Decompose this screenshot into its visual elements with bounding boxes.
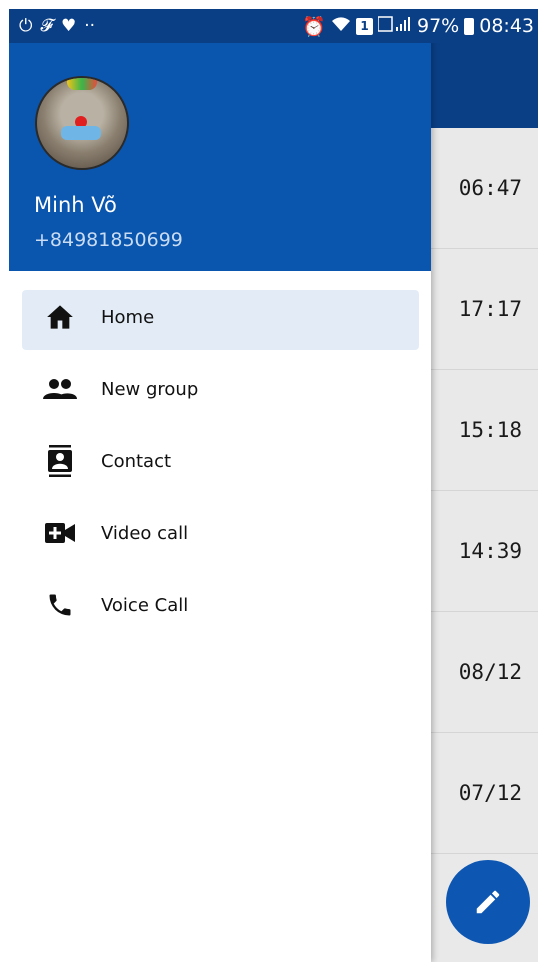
screen: ⏻ 𝓕 ♥ ·· ⏰ 1 97% 08:43 06:47 17:17 15:18… (9, 9, 538, 962)
power-icon: ⏻ (19, 16, 33, 36)
contact-icon (43, 444, 77, 478)
alarm-icon: ⏰ (302, 15, 326, 38)
menu-item-contact[interactable]: Contact (9, 425, 431, 497)
battery-percent: 97% (417, 15, 460, 37)
menu-item-home[interactable]: Home (9, 281, 431, 353)
menu-item-voice-call[interactable]: Voice Call (9, 569, 431, 641)
avatar[interactable] (35, 76, 129, 170)
signal-icon (377, 15, 412, 37)
menu-item-video-call[interactable]: Video call (9, 497, 431, 569)
chat-time: 14:39 (458, 539, 522, 563)
video-call-icon (43, 516, 77, 550)
drawer-menu: Home New group Contact Video call Voice … (9, 281, 431, 641)
navigation-drawer: Minh Võ +84981850699 Home New group Cont… (9, 9, 431, 962)
font-icon: 𝓕 (40, 16, 53, 36)
menu-label: Home (101, 306, 155, 328)
chat-time: 15:18 (458, 418, 522, 442)
menu-item-new-group[interactable]: New group (9, 353, 431, 425)
battery-icon (464, 17, 475, 35)
avatar-hat (67, 78, 97, 90)
sim-badge: 1 (356, 17, 373, 35)
status-right-icons: ⏰ 1 97% 08:43 (302, 15, 538, 38)
drawer-header: Minh Võ +84981850699 (9, 43, 431, 271)
menu-label: Contact (101, 450, 172, 472)
chat-time: 17:17 (458, 297, 522, 321)
pencil-icon (476, 890, 500, 914)
chat-time: 08/12 (458, 660, 522, 684)
more-notifications-icon: ·· (84, 16, 96, 36)
group-icon (43, 372, 77, 406)
home-icon (43, 300, 77, 334)
user-phone: +84981850699 (34, 229, 183, 251)
menu-label: Voice Call (101, 594, 189, 616)
status-bar: ⏻ 𝓕 ♥ ·· ⏰ 1 97% 08:43 (9, 9, 538, 43)
chat-time: 06:47 (458, 176, 522, 200)
avatar-bow (61, 126, 101, 140)
compose-fab[interactable] (446, 860, 530, 944)
menu-label: Video call (101, 522, 189, 544)
status-left-icons: ⏻ 𝓕 ♥ ·· (9, 16, 95, 36)
clock: 08:43 (479, 15, 534, 37)
chat-time: 07/12 (458, 781, 522, 805)
user-name: Minh Võ (34, 193, 117, 217)
wifi-icon (331, 15, 351, 37)
phone-icon (43, 588, 77, 622)
app-icon: ♥ (61, 16, 77, 36)
menu-label: New group (101, 378, 199, 400)
